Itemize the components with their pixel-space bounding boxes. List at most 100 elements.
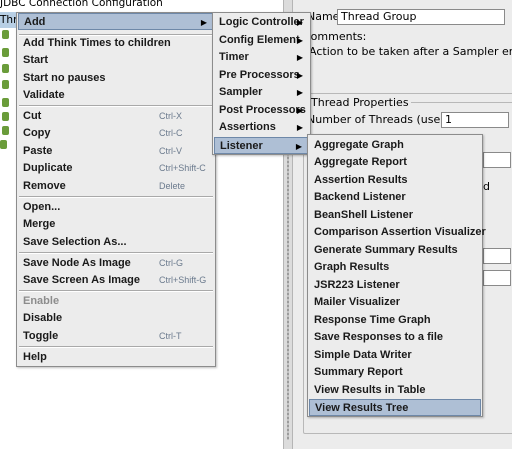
menu-item-simple-data-writer[interactable]: Simple Data Writer <box>309 347 481 364</box>
delay-input[interactable] <box>483 270 511 286</box>
menu-item-view-results-tree[interactable]: View Results Tree <box>309 399 481 416</box>
menu-separator <box>19 252 213 254</box>
menu-item-label: Sampler <box>219 86 263 98</box>
menu-item-duplicate[interactable]: Duplicate Ctrl+Shift-C <box>18 160 214 177</box>
submenu-arrow-icon: ▶ <box>295 142 302 151</box>
tree-item-jdbc-config[interactable]: JDBC Connection Configuration <box>0 0 283 11</box>
menu-item-label: Pre Processors <box>219 69 300 81</box>
menu-item-start-no-pauses[interactable]: Start no pauses <box>18 70 214 87</box>
submenu-arrow-icon: ▶ <box>296 18 303 27</box>
sampler-icon <box>2 111 9 121</box>
menu-item-label: Start no pauses <box>23 72 106 84</box>
menu-item-backend-listener[interactable]: Backend Listener <box>309 189 481 206</box>
submenu-arrow-icon: ▶ <box>296 106 303 115</box>
submenu-arrow-icon: ▶ <box>296 53 303 62</box>
menu-item-config-element[interactable]: Config Element ▶ <box>214 32 309 49</box>
menu-item-label: Enable <box>23 295 60 307</box>
menu-item-listener[interactable]: Listener ▶ <box>214 137 309 154</box>
menu-item-label: Help <box>23 351 47 363</box>
menu-item-logic-controller[interactable]: Logic Controller ▶ <box>214 14 309 31</box>
menu-item-label: Summary Report <box>314 366 403 378</box>
menu-item-assertion-results[interactable]: Assertion Results <box>309 172 481 189</box>
shortcut-hint: Ctrl-V <box>159 146 182 156</box>
menu-item-generate-summary-results[interactable]: Generate Summary Results <box>309 242 481 259</box>
menu-item-label: Cut <box>23 110 42 122</box>
menu-item-jsr223-listener[interactable]: JSR223 Listener <box>309 277 481 294</box>
menu-item-label: View Results in Table <box>314 384 426 396</box>
sampler-error-title: Action to be taken after a Sampler error <box>307 45 512 58</box>
menu-item-remove[interactable]: Remove Delete <box>18 178 214 195</box>
menu-item-paste[interactable]: Paste Ctrl-V <box>18 143 214 160</box>
menu-item-label: Toggle <box>23 330 59 342</box>
menu-item-label: Simple Data Writer <box>314 349 412 361</box>
menu-item-timer[interactable]: Timer ▶ <box>214 49 309 66</box>
menu-item-label: Backend Listener <box>314 191 406 203</box>
threads-input[interactable]: 1 <box>441 112 509 128</box>
menu-item-merge[interactable]: Merge <box>18 216 214 233</box>
submenu-arrow-icon: ▶ <box>296 71 303 80</box>
menu-item-label: Paste <box>23 145 53 157</box>
menu-separator <box>19 290 213 292</box>
menu-item-label: Aggregate Graph <box>314 139 404 151</box>
tree-item-label: JDBC Connection Configuration <box>0 0 163 9</box>
menu-item-label: View Results Tree <box>315 402 409 414</box>
menu-item-label: Open... <box>23 201 61 213</box>
add-submenu: Logic Controller ▶ Config Element ▶ Timer ▶… <box>212 12 311 155</box>
menu-item-label: Logic Controller <box>219 16 304 28</box>
menu-item-label: Config Element <box>219 34 300 46</box>
menu-item-save-screen-as-image[interactable]: Save Screen As Image Ctrl+Shift-G <box>18 272 214 289</box>
thread-properties-title: Thread Properties <box>309 96 411 109</box>
menu-item-label: Duplicate <box>23 162 73 174</box>
menu-item-toggle[interactable]: Toggle Ctrl-T <box>18 328 214 345</box>
menu-item-save-selection-as[interactable]: Save Selection As... <box>18 234 214 251</box>
menu-item-label: Post Processors <box>219 104 306 116</box>
menu-item-assertions[interactable]: Assertions ▶ <box>214 119 309 136</box>
shortcut-hint: Ctrl-C <box>159 128 183 138</box>
menu-item-start[interactable]: Start <box>18 52 214 69</box>
menu-item-sampler[interactable]: Sampler ▶ <box>214 84 309 101</box>
menu-item-validate[interactable]: Validate <box>18 87 214 104</box>
menu-item-label: Assertion Results <box>314 174 408 186</box>
submenu-arrow-icon: ▶ <box>296 36 303 45</box>
menu-item-mailer-visualizer[interactable]: Mailer Visualizer <box>309 294 481 311</box>
menu-item-aggregate-graph[interactable]: Aggregate Graph <box>309 137 481 154</box>
tree-item[interactable] <box>0 136 16 152</box>
menu-item-comparison-assertion-visualizer[interactable]: Comparison Assertion Visualizer <box>309 224 486 241</box>
shortcut-hint: Ctrl-X <box>159 111 182 121</box>
menu-item-label: Merge <box>23 218 56 230</box>
menu-item-label: Mailer Visualizer <box>314 296 401 308</box>
menu-item-graph-results[interactable]: Graph Results <box>309 259 481 276</box>
name-input[interactable]: Thread Group <box>337 9 505 25</box>
ramp-up-input[interactable] <box>483 152 511 168</box>
partial-label: d <box>483 180 490 193</box>
menu-item-label: Response Time Graph <box>314 314 431 326</box>
shortcut-hint: Ctrl-G <box>159 258 183 268</box>
listener-submenu: Aggregate Graph Aggregate Report Asserti… <box>307 134 486 417</box>
menu-item-beanshell-listener[interactable]: BeanShell Listener <box>309 207 481 224</box>
duration-input[interactable] <box>483 248 511 264</box>
menu-item-pre-processors[interactable]: Pre Processors ▶ <box>214 67 309 84</box>
menu-item-aggregate-report[interactable]: Aggregate Report <box>309 154 481 171</box>
menu-item-open[interactable]: Open... <box>18 199 214 216</box>
menu-item-help[interactable]: Help <box>18 349 214 366</box>
menu-item-disable[interactable]: Disable <box>18 310 214 327</box>
menu-item-summary-report[interactable]: Summary Report <box>309 364 481 381</box>
menu-item-label: Add <box>24 16 46 28</box>
generator-icon <box>0 139 7 149</box>
menu-item-post-processors[interactable]: Post Processors ▶ <box>214 102 309 119</box>
menu-item-add-think-times[interactable]: Add Think Times to children <box>18 35 214 52</box>
menu-item-view-results-in-table[interactable]: View Results in Table <box>309 382 481 399</box>
context-menu: Add ▶ Add Think Times to children Start … <box>16 12 216 367</box>
menu-item-label: Save Screen As Image <box>23 274 140 286</box>
menu-item-cut[interactable]: Cut Ctrl-X <box>18 108 214 125</box>
menu-item-label: Start <box>23 54 49 66</box>
menu-item-save-node-as-image[interactable]: Save Node As Image Ctrl-G <box>18 255 214 272</box>
submenu-arrow-icon: ▶ <box>296 88 303 97</box>
menu-item-response-time-graph[interactable]: Response Time Graph <box>309 312 481 329</box>
comments-label: Comments: <box>303 30 367 43</box>
menu-item-copy[interactable]: Copy Ctrl-C <box>18 125 214 142</box>
menu-item-save-responses-to-file[interactable]: Save Responses to a file <box>309 329 481 346</box>
sampler-icon <box>2 47 9 57</box>
sampler-icon <box>2 79 9 89</box>
menu-item-add[interactable]: Add ▶ <box>18 13 214 30</box>
